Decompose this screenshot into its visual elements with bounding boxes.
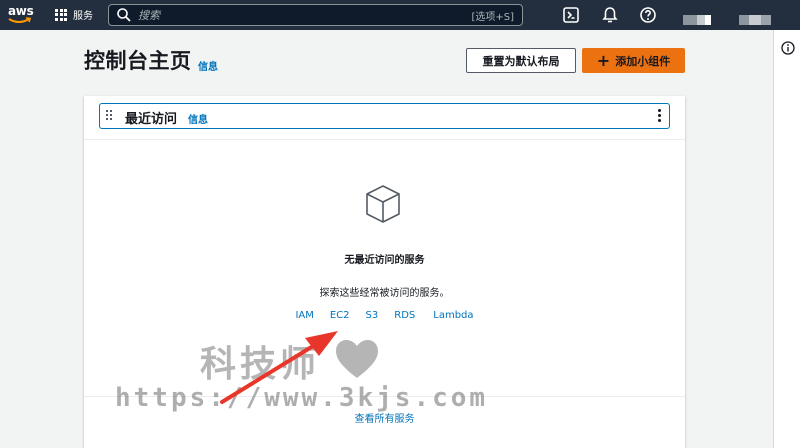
search-shortcut-hint: [选项+S] — [471, 12, 514, 23]
service-link-iam[interactable]: IAM — [295, 310, 313, 321]
notifications-bell-icon[interactable] — [601, 6, 619, 24]
top-navigation: aws 服务 [选项+S] — [0, 0, 800, 30]
service-link-lambda[interactable]: Lambda — [433, 310, 473, 321]
search-input[interactable] — [138, 8, 458, 22]
empty-state-description: 探索这些经常被访问的服务。 — [319, 288, 450, 299]
reset-layout-button[interactable]: 重置为默认布局 — [466, 48, 576, 73]
region-selector-redacted[interactable] — [683, 10, 711, 25]
suggested-services: IAM EC2 S3 RDS Lambda — [84, 310, 685, 321]
page-title: 控制台主页 — [84, 49, 192, 73]
account-menu-redacted[interactable] — [739, 10, 771, 25]
service-link-rds[interactable]: RDS — [394, 310, 415, 321]
widget-more-actions-icon[interactable] — [658, 109, 661, 122]
widget-header[interactable]: 最近访问 信息 — [99, 103, 670, 129]
help-icon[interactable] — [639, 6, 657, 24]
empty-box-icon — [366, 185, 400, 223]
service-link-ec2[interactable]: EC2 — [330, 310, 350, 321]
plus-icon: + — [596, 50, 611, 70]
cloudshell-icon[interactable] — [562, 6, 580, 24]
widget-title: 最近访问 — [125, 112, 178, 127]
page-info-link[interactable]: 信息 — [198, 58, 218, 73]
heart-icon — [336, 340, 378, 378]
service-link-s3[interactable]: S3 — [366, 310, 379, 321]
aws-logo-text: aws — [8, 4, 34, 18]
drag-handle-icon[interactable] — [106, 110, 112, 120]
info-icon[interactable] — [781, 41, 795, 55]
grid-icon — [55, 8, 67, 21]
search-icon — [117, 8, 131, 22]
aws-smile-icon — [8, 17, 32, 23]
widget-info-link[interactable]: 信息 — [188, 111, 208, 126]
empty-state-title: 无最近访问的服务 — [344, 255, 425, 266]
right-help-rail — [773, 30, 800, 448]
services-menu-button[interactable]: 服务 — [55, 7, 93, 22]
search-bar[interactable]: [选项+S] — [108, 4, 523, 26]
widget-divider — [84, 139, 685, 140]
add-widget-label: 添加小组件 — [615, 54, 671, 68]
services-label: 服务 — [73, 11, 93, 22]
aws-logo[interactable]: aws — [7, 4, 34, 26]
watermark-text: 科技师 — [200, 344, 321, 385]
watermark-url: https://www.3kjs.com — [115, 383, 489, 413]
add-widget-button[interactable]: + 添加小组件 — [582, 48, 685, 73]
view-all-services-link[interactable]: 查看所有服务 — [355, 414, 415, 425]
